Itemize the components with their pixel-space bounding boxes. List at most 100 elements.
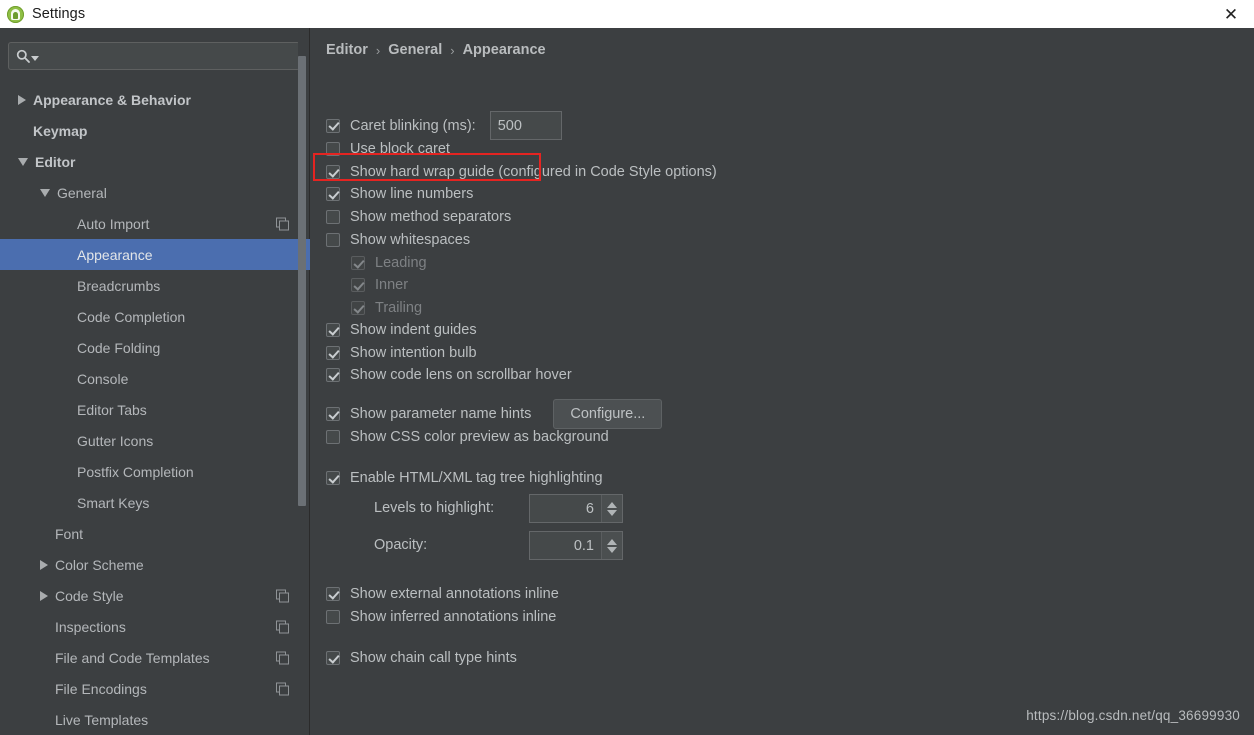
search-box[interactable] <box>8 42 300 70</box>
show-external-annotations-checkbox[interactable] <box>326 587 340 601</box>
show-hard-wrap-guide-checkbox[interactable] <box>326 165 340 179</box>
show-whitespaces-checkbox-row: Show whitespaces <box>326 232 470 248</box>
option-label: Show CSS color preview as background <box>350 429 609 445</box>
sidebar-item-label: Gutter Icons <box>77 432 154 449</box>
show-parameter-name-hints-checkbox-row: Show parameter name hints Configure... <box>326 399 663 429</box>
sidebar-item-code-completion[interactable]: Code Completion <box>0 301 310 332</box>
android-studio-icon <box>7 5 24 23</box>
sidebar-item-console[interactable]: Console <box>0 363 310 394</box>
caret-blinking-checkbox[interactable] <box>326 118 340 133</box>
opacity-spinner[interactable] <box>529 531 623 560</box>
sidebar-item-label: Color Scheme <box>55 556 144 573</box>
sidebar-item-editor-tabs[interactable]: Editor Tabs <box>0 394 310 425</box>
copy-icon[interactable] <box>276 682 289 695</box>
copy-icon[interactable] <box>276 217 289 230</box>
sidebar-item-label: Code Style <box>55 587 124 604</box>
sidebar-item-breadcrumbs[interactable]: Breadcrumbs <box>0 270 310 301</box>
spinner-label: Levels to highlight: <box>374 500 495 516</box>
chevron-right-icon[interactable] <box>40 590 48 601</box>
show-css-color-preview-checkbox-row: Show CSS color preview as background <box>326 429 609 445</box>
sidebar-item-label: Inspections <box>55 618 126 635</box>
option-label: Show whitespaces <box>350 232 471 248</box>
breadcrumb-item[interactable]: Appearance <box>463 42 546 58</box>
show-intention-bulb-checkbox[interactable] <box>326 346 340 360</box>
chevron-down-icon[interactable] <box>40 188 50 197</box>
show-inferred-annotations-checkbox[interactable] <box>326 610 340 624</box>
sidebar-item-appearance[interactable]: Appearance <box>0 239 310 270</box>
sidebar-item-file-and-code-templates[interactable]: File and Code Templates <box>0 642 310 673</box>
breadcrumb-item[interactable]: General <box>388 42 442 58</box>
content-panel: Editor › General › Appearance Caret blinking… <box>311 28 1254 735</box>
levels-to-highlight-spinner[interactable] <box>529 494 623 523</box>
caret-blinking-input[interactable] <box>489 111 562 140</box>
chevron-right-icon[interactable] <box>40 559 48 570</box>
chevron-right-icon[interactable] <box>18 94 26 105</box>
show-method-separators-checkbox-row: Show method separators <box>326 209 511 225</box>
sidebar-item-label: Smart Keys <box>77 494 150 511</box>
show-method-separators-checkbox[interactable] <box>326 210 340 224</box>
sidebar-item-editor[interactable]: Editor <box>0 146 310 177</box>
configure-button[interactable]: Configure... <box>553 399 663 429</box>
sidebar-item-code-style[interactable]: Code Style <box>0 580 310 611</box>
sidebar-item-appearance-behavior[interactable]: Appearance & Behavior <box>0 84 310 115</box>
show-indent-guides-checkbox-row: Show indent guides <box>326 322 477 338</box>
chevron-down-icon[interactable] <box>607 509 617 516</box>
sidebar-item-postfix-completion[interactable]: Postfix Completion <box>0 456 310 487</box>
search-input[interactable] <box>39 47 299 65</box>
sidebar-item-inspections[interactable]: Inspections <box>0 611 310 642</box>
spinner-label: Opacity: <box>374 537 428 553</box>
watermark: https://blog.csdn.net/qq_36699930 <box>1026 708 1240 723</box>
leading-whitespace-checkbox <box>351 256 365 270</box>
copy-icon[interactable] <box>276 651 289 664</box>
copy-icon[interactable] <box>276 620 289 633</box>
show-indent-guides-checkbox[interactable] <box>326 323 340 337</box>
show-code-lens-checkbox[interactable] <box>326 368 340 382</box>
show-parameter-name-hints-checkbox[interactable] <box>326 407 340 421</box>
show-whitespaces-checkbox[interactable] <box>326 233 340 247</box>
levels-to-highlight-spinner-stepper[interactable] <box>601 495 622 522</box>
enable-tag-tree-highlighting-checkbox-row: Enable HTML/XML tag tree highlighting <box>326 470 603 486</box>
show-line-numbers-checkbox[interactable] <box>326 187 340 201</box>
sidebar-item-font[interactable]: Font <box>0 518 310 549</box>
sidebar-item-label: File Encodings <box>55 680 147 697</box>
copy-icon[interactable] <box>276 589 289 602</box>
sidebar-item-auto-import[interactable]: Auto Import <box>0 208 310 239</box>
sidebar-item-live-templates[interactable]: Live Templates <box>0 704 310 735</box>
show-code-lens-checkbox-row: Show code lens on scrollbar hover <box>326 367 572 383</box>
chevron-down-icon[interactable] <box>18 157 28 166</box>
search-dropdown-icon[interactable] <box>31 55 39 61</box>
sidebar-item-color-scheme[interactable]: Color Scheme <box>0 549 310 580</box>
inner-whitespace-checkbox <box>351 278 365 292</box>
use-block-caret-checkbox-row: Use block caret <box>326 141 450 157</box>
option-label: Show method separators <box>350 209 512 225</box>
chevron-up-icon[interactable] <box>607 538 617 545</box>
sidebar-item-label: Auto Import <box>77 215 150 232</box>
close-icon[interactable]: ✕ <box>1208 0 1254 28</box>
opacity-spinner-stepper[interactable] <box>601 532 622 559</box>
sidebar-scrollbar-thumb[interactable] <box>298 56 306 506</box>
sidebar-item-general[interactable]: General <box>0 177 310 208</box>
breadcrumb-separator: › <box>450 42 455 58</box>
levels-to-highlight-spinner-input[interactable] <box>530 495 601 522</box>
chevron-up-icon[interactable] <box>607 501 617 508</box>
sidebar-item-label: Font <box>55 525 84 542</box>
option-label: Show line numbers <box>350 186 474 202</box>
settings-tree[interactable]: Appearance & Behavior Keymap Editor General… <box>0 84 310 735</box>
sidebar-item-file-encodings[interactable]: File Encodings <box>0 673 310 704</box>
sidebar-item-label: Code Folding <box>77 339 161 356</box>
enable-tag-tree-highlighting-checkbox[interactable] <box>326 471 340 485</box>
sidebar-item-code-folding[interactable]: Code Folding <box>0 332 310 363</box>
caret-blinking-checkbox-row: Caret blinking (ms): <box>326 111 562 140</box>
show-line-numbers-checkbox-row: Show line numbers <box>326 186 473 202</box>
sidebar-item-smart-keys[interactable]: Smart Keys <box>0 487 310 518</box>
breadcrumb-item[interactable]: Editor <box>326 42 368 58</box>
sidebar-item-gutter-icons[interactable]: Gutter Icons <box>0 425 310 456</box>
show-css-color-preview-checkbox[interactable] <box>326 430 340 444</box>
chevron-down-icon[interactable] <box>607 546 617 553</box>
opacity-spinner-input[interactable] <box>530 532 601 559</box>
show-chain-call-type-hints-checkbox[interactable] <box>326 651 340 665</box>
option-label: Show parameter name hints <box>350 406 532 422</box>
sidebar-item-label: Console <box>77 370 129 387</box>
sidebar-item-keymap[interactable]: Keymap <box>0 115 310 146</box>
use-block-caret-checkbox[interactable] <box>326 142 340 156</box>
